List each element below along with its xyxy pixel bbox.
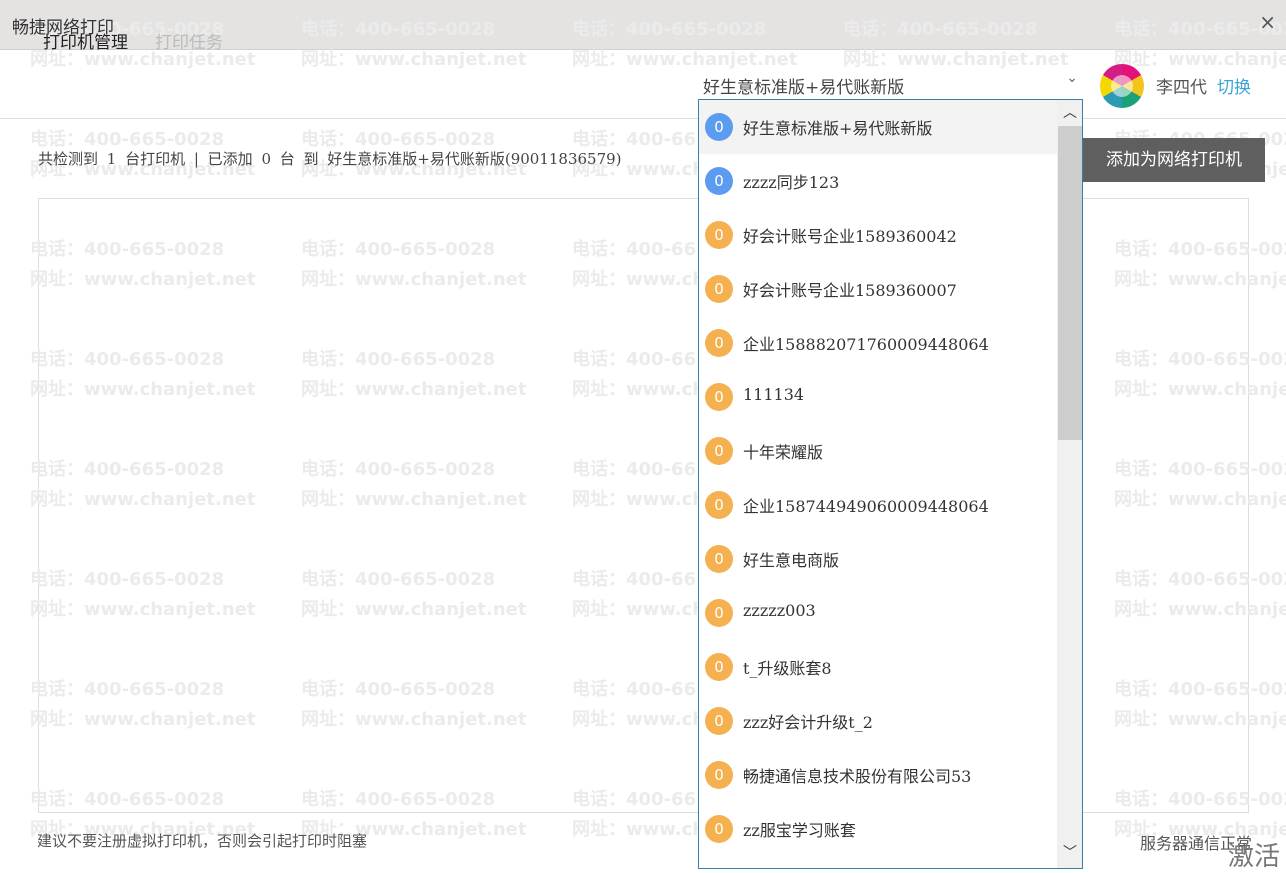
footer-hint: 建议不要注册虚拟打印机，否则会引起打印时阻塞 — [37, 832, 368, 850]
account-option-label: zzzz同步123 — [743, 173, 840, 192]
tab-bar — [0, 51, 1286, 119]
account-option[interactable]: 0 t_升级账套8 — [699, 640, 1057, 694]
account-option[interactable]: 0 十年荣耀版 — [699, 424, 1057, 478]
account-option[interactable]: 0 好会计账号企业1589360042 — [699, 208, 1057, 262]
count-badge: 0 — [705, 707, 733, 735]
switch-user-link[interactable]: 切换 — [1217, 73, 1251, 98]
account-option-label: 好会计账号企业1589360042 — [743, 227, 957, 246]
account-option[interactable]: 0 好生意电商版 — [699, 532, 1057, 586]
account-option[interactable]: 0 111134 — [699, 370, 1057, 424]
account-option[interactable]: 0 好生意标准版+易代账新版 — [699, 100, 1057, 154]
count-badge: 0 — [705, 329, 733, 357]
count-badge: 0 — [705, 815, 733, 843]
account-select-value: 好生意标准版+易代账新版 — [703, 78, 905, 98]
account-option[interactable]: 0 企业15888207176000944806​4 — [699, 316, 1057, 370]
count-badge: 0 — [705, 599, 733, 627]
count-badge: 0 — [705, 383, 733, 411]
count-badge: 0 — [705, 491, 733, 519]
account-option[interactable]: 0 畅捷通信息技术股份有限公司53 — [699, 748, 1057, 802]
account-option-label: 111134 — [743, 385, 805, 404]
account-option-label: 企业15888207176000944806​4 — [743, 335, 989, 354]
scrollbar[interactable]: ︿ ﹀ — [1057, 100, 1082, 868]
close-icon[interactable]: × — [1259, 10, 1276, 34]
count-badge: 0 — [705, 653, 733, 681]
chevron-down-icon: ⌄ — [1066, 70, 1078, 86]
user-name: 李四代 — [1156, 78, 1207, 98]
scroll-down-icon[interactable]: ﹀ — [1057, 840, 1082, 866]
account-option[interactable]: 0 企业158744949060009448064 — [699, 478, 1057, 532]
account-option-label: 好会计账号企业1589360007 — [743, 281, 957, 300]
account-dropdown-list: 0 好生意标准版+易代账新版 0 zzzz同步123 0 好会计账号企业158936004… — [698, 99, 1083, 869]
account-option-label: 好生意标准版+易代账新版 — [743, 119, 933, 138]
account-option-label: 企业158744949060009448064 — [743, 497, 989, 516]
avatar — [1100, 64, 1144, 108]
count-badge: 0 — [705, 113, 733, 141]
count-badge: 0 — [705, 761, 733, 789]
account-option[interactable]: 0 zz服宝学习账套 — [699, 802, 1057, 856]
count-badge: 0 — [705, 221, 733, 249]
account-option-label: zzz好会计升级t_2 — [743, 713, 873, 732]
count-badge: 0 — [705, 167, 733, 195]
activation-watermark: 激活 — [1228, 842, 1281, 872]
account-option[interactable]: 0 好会计账号企业1589360007 — [699, 262, 1057, 316]
account-option[interactable]: 0 zzzz同步123 — [699, 154, 1057, 208]
account-option-label: zzzzz003 — [743, 601, 816, 620]
account-option-label: t_升级账套8 — [743, 659, 832, 678]
account-option-label: zz服宝学习账套 — [743, 821, 856, 840]
count-badge: 0 — [705, 545, 733, 573]
tab-printer-management[interactable]: 打印机管理 — [43, 28, 128, 53]
account-option[interactable]: 0 zzz好会计升级t_2 — [699, 694, 1057, 748]
scrollbar-thumb[interactable] — [1058, 126, 1082, 440]
account-option-label: 畅捷通信息技术股份有限公司53 — [743, 767, 972, 786]
account-option-label: 好生意电商版 — [743, 551, 840, 570]
tab-print-tasks[interactable]: 打印任务 — [155, 28, 223, 53]
scroll-up-icon[interactable]: ︿ — [1057, 100, 1082, 126]
count-badge: 0 — [705, 275, 733, 303]
account-option-label: 十年荣耀版 — [743, 443, 824, 462]
account-option[interactable]: 0 zzzzz003 — [699, 586, 1057, 640]
count-badge: 0 — [705, 437, 733, 465]
account-select[interactable]: 好生意标准版+易代账新版 ⌄ — [698, 68, 1084, 100]
printer-summary: 共检测到 1 台打印机 | 已添加 0 台 到 好生意标准版+易代账新版(900… — [38, 150, 622, 168]
add-network-printer-button[interactable]: 添加为网络打印机 — [1083, 138, 1265, 182]
